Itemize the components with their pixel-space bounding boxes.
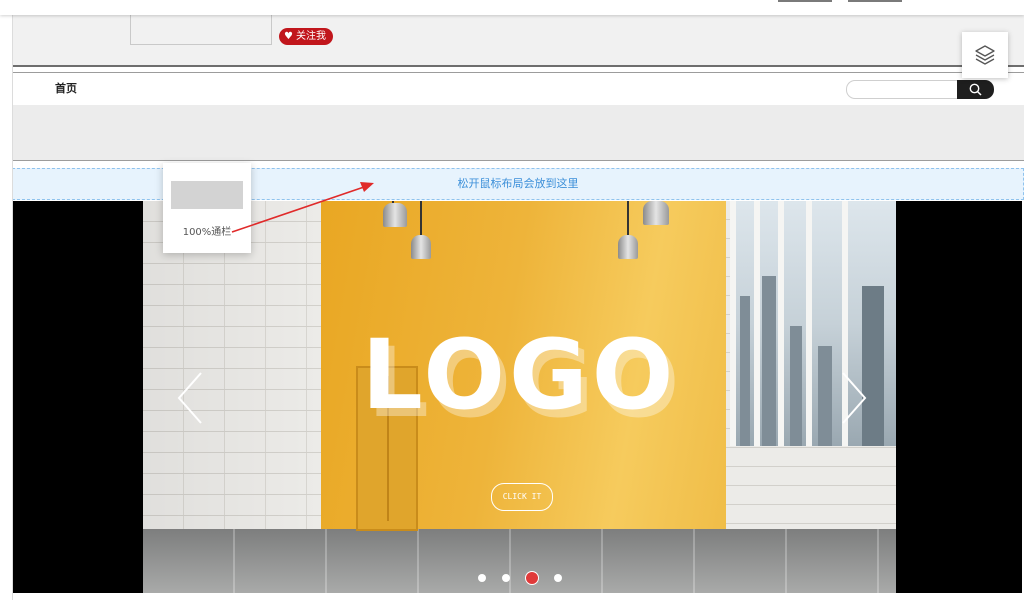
carousel-dot[interactable]: [502, 574, 510, 582]
cta-button[interactable]: CLICK IT: [491, 483, 553, 511]
logo-placeholder[interactable]: [130, 15, 272, 45]
banner-carousel: LOGO CLICK IT: [13, 201, 1022, 593]
banner-image: LOGO CLICK IT: [143, 201, 896, 593]
search-input[interactable]: [846, 80, 961, 99]
nav-item-home[interactable]: 首页: [55, 73, 77, 105]
toolbar-tab[interactable]: [848, 0, 902, 2]
lamp-cord: [420, 201, 422, 239]
carousel-dot[interactable]: [526, 572, 538, 584]
lamp-shade: [411, 235, 431, 259]
follow-button[interactable]: ♥ 关注我: [279, 28, 333, 45]
nav-bar: 首页: [13, 73, 1024, 105]
canvas-left-edge: [12, 15, 13, 600]
toolbar-tab[interactable]: [778, 0, 832, 2]
banner-logo-text: LOGO: [361, 319, 678, 431]
dragged-layout-card[interactable]: 100%通栏: [163, 163, 251, 253]
chevron-right-icon[interactable]: [835, 371, 869, 425]
empty-section: [13, 105, 1024, 160]
layers-button[interactable]: [962, 32, 1008, 78]
layers-icon: [975, 45, 995, 65]
carousel-dots: [478, 572, 562, 584]
search-icon: [969, 83, 982, 96]
lamp-shade: [643, 201, 669, 225]
follow-label: 关注我: [295, 31, 326, 42]
carousel-dot[interactable]: [554, 574, 562, 582]
lamp-shade: [618, 235, 638, 259]
carousel-dot[interactable]: [478, 574, 486, 582]
top-toolbar: [0, 0, 1024, 15]
layout-thumbnail: [171, 181, 243, 209]
divider: [13, 65, 1024, 67]
heart-icon: ♥: [284, 31, 293, 42]
lamp-cord: [627, 201, 629, 239]
search-button[interactable]: [957, 80, 994, 99]
site-header: ♥ 关注我: [13, 15, 1024, 65]
layout-label: 100%通栏: [182, 227, 232, 238]
lamp-shade: [383, 203, 407, 227]
chevron-left-icon[interactable]: [175, 371, 209, 425]
search-box: [846, 80, 994, 99]
divider: [13, 160, 1024, 161]
